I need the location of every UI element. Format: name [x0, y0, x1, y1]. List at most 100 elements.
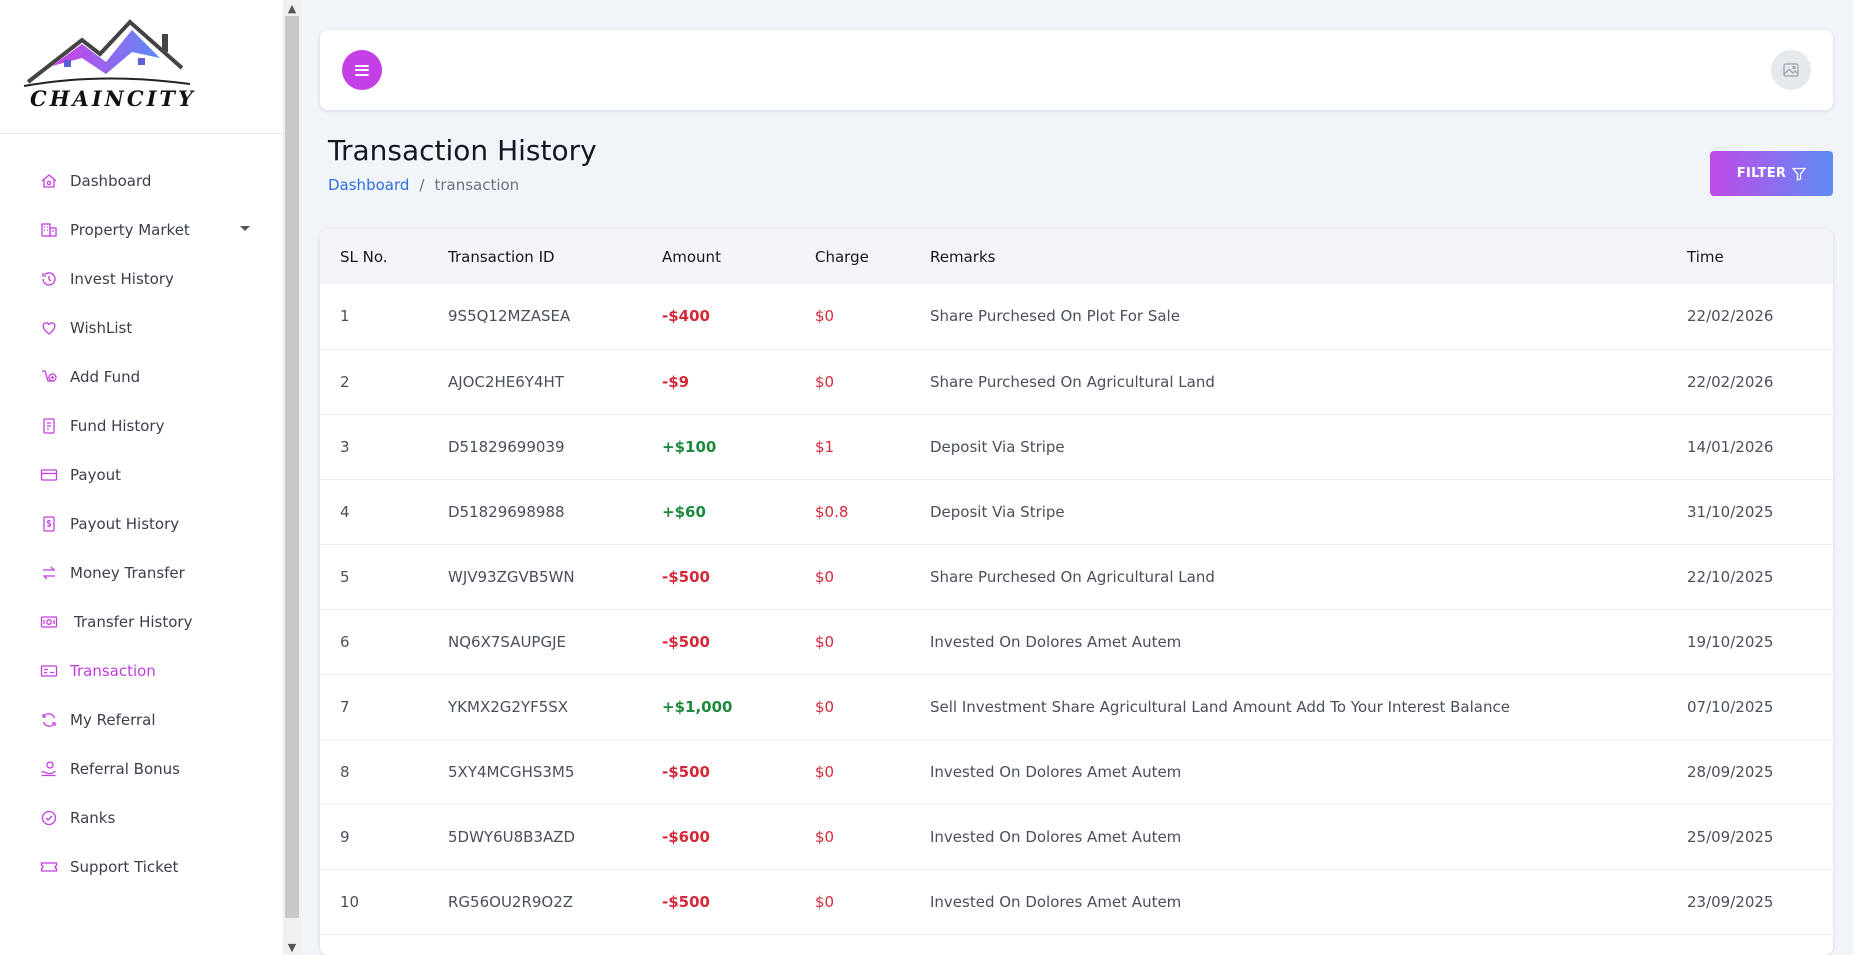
sidebar-item-add-fund[interactable]: Add Fund — [0, 352, 283, 401]
sidebar-item-label: Fund History — [70, 416, 165, 435]
sidebar-item-transfer-history[interactable]: Transfer History — [0, 597, 283, 646]
cell-charge: $0 — [815, 632, 835, 651]
transfer-arrows-icon — [40, 564, 58, 582]
badge-check-icon — [40, 809, 58, 827]
sidebar-item-label: Money Transfer — [70, 563, 185, 582]
sidebar-item-wishlist[interactable]: WishList — [0, 303, 283, 352]
menu-toggle-button[interactable] — [342, 50, 382, 90]
dollar-document-icon — [40, 515, 58, 533]
page-title: Transaction History — [328, 134, 597, 167]
scroll-up-arrow-icon[interactable]: ▲ — [283, 0, 301, 16]
logo-text: CHAINCITY — [30, 86, 197, 111]
column-header-charge: Charge — [815, 247, 869, 266]
user-avatar[interactable] — [1771, 50, 1811, 90]
sidebar-item-payout[interactable]: Payout — [0, 450, 283, 499]
cell-sl-no: 4 — [340, 502, 350, 521]
cell-transaction-id: YKMX2G2YF5SX — [448, 697, 569, 716]
cell-sl-no: 10 — [340, 892, 360, 911]
cell-amount: -$600 — [662, 827, 710, 846]
sidebar-item-label: Add Fund — [70, 367, 141, 386]
cell-time: 22/02/2026 — [1687, 372, 1774, 391]
sidebar-item-label: Invest History — [70, 269, 174, 288]
sidebar-scrollbar[interactable]: ▲ ▼ — [283, 0, 301, 955]
cell-charge: $0 — [815, 827, 835, 846]
sidebar-item-transaction[interactable]: Transaction — [0, 646, 283, 695]
cell-sl-no: 7 — [340, 697, 350, 716]
sidebar-item-label: My Referral — [70, 710, 156, 729]
table-row: 7 YKMX2G2YF5SX +$1,000 $0 Sell Investment Sh… — [320, 674, 1833, 739]
logo[interactable]: CHAINCITY — [0, 0, 283, 134]
receipt-icon — [40, 662, 58, 680]
scroll-down-arrow-icon[interactable]: ▼ — [283, 939, 301, 955]
breadcrumb: Dashboard / transaction — [328, 176, 519, 194]
filter-button[interactable]: FILTER — [1710, 151, 1833, 196]
cell-transaction-id: WJV93ZGVB5WN — [448, 567, 575, 586]
sidebar-item-property-market[interactable]: Property Market — [0, 205, 283, 254]
cell-amount: -$500 — [662, 632, 710, 651]
cell-amount: -$400 — [662, 307, 710, 326]
house-logo-icon — [23, 19, 191, 87]
cell-remarks: Sell Investment Share Agricultural Land … — [930, 697, 1510, 716]
table-row: 8 5XY4MCGHS3M5 -$500 $0 Invested On Dolores … — [320, 739, 1833, 804]
table-row: 4 D51829698988 +$60 $0.8 Deposit Via Stripe 3… — [320, 479, 1833, 544]
filter-funnel-icon — [1792, 167, 1807, 181]
sidebar-item-label: Referral Bonus — [70, 759, 180, 778]
hamburger-icon — [355, 64, 369, 76]
heart-icon — [40, 319, 58, 337]
building-icon — [40, 221, 58, 239]
cell-sl-no: 3 — [340, 437, 350, 456]
cell-remarks: Share Purchesed On Plot For Sale — [930, 307, 1180, 326]
sidebar-item-label: WishList — [70, 318, 133, 337]
sidebar-item-label: Ranks — [70, 808, 116, 827]
cell-sl-no: 8 — [340, 762, 350, 781]
column-header-amount: Amount — [662, 247, 721, 266]
sidebar-item-support-ticket[interactable]: Support Ticket — [0, 842, 283, 891]
filter-button-label: FILTER — [1736, 166, 1787, 181]
cell-charge: $0.8 — [815, 502, 849, 521]
sidebar-item-payout-history[interactable]: Payout History — [0, 499, 283, 548]
cell-charge: $0 — [815, 567, 835, 586]
cell-sl-no: 5 — [340, 567, 350, 586]
cell-remarks: Deposit Via Stripe — [930, 502, 1065, 521]
cell-sl-no: 1 — [340, 307, 350, 326]
transactions-card: SL No. Transaction ID Amount Charge Rema… — [320, 229, 1833, 955]
column-header-remarks: Remarks — [930, 247, 996, 266]
image-placeholder-icon — [1783, 63, 1799, 77]
chevron-down-icon[interactable] — [240, 226, 250, 231]
sidebar-item-referral-bonus[interactable]: Referral Bonus — [0, 744, 283, 793]
table-body: 1 9S5Q12MZASEA -$400 $0 Share Purchesed On P… — [320, 284, 1833, 934]
column-header-transaction-id: Transaction ID — [448, 247, 555, 266]
sidebar-item-label: Payout — [70, 465, 122, 484]
cell-amount: +$1,000 — [662, 697, 733, 716]
scrollbar-thumb[interactable] — [285, 16, 299, 918]
sidebar-item-label: Payout History — [70, 514, 180, 533]
sidebar-item-label: Dashboard — [70, 171, 152, 190]
sidebar-item-ranks[interactable]: Ranks — [0, 793, 283, 842]
sidebar-nav: Dashboard Property Market Invest History… — [0, 156, 283, 891]
cell-remarks: Deposit Via Stripe — [930, 437, 1065, 456]
cash-icon — [40, 613, 58, 631]
cell-transaction-id: D51829698988 — [448, 502, 565, 521]
cell-amount: -$500 — [662, 892, 710, 911]
cell-remarks: Invested On Dolores Amet Autem — [930, 892, 1182, 911]
cell-charge: $0 — [815, 697, 835, 716]
cell-time: 23/09/2025 — [1687, 892, 1774, 911]
sidebar-item-dashboard[interactable]: Dashboard — [0, 156, 283, 205]
breadcrumb-dashboard-link[interactable]: Dashboard — [328, 176, 409, 194]
sidebar-item-label: Transfer History — [74, 612, 193, 631]
sidebar-item-label: Transaction — [70, 661, 156, 680]
cell-amount: -$9 — [662, 372, 690, 391]
sidebar-item-label: Support Ticket — [70, 857, 179, 876]
table-row: 10 RG56OU2R9O2Z -$500 $0 Invested On Dolores… — [320, 869, 1833, 934]
sidebar: CHAINCITY Dashboard Property Market Inve… — [0, 0, 283, 955]
cell-time: 19/10/2025 — [1687, 632, 1774, 651]
sidebar-item-money-transfer[interactable]: Money Transfer — [0, 548, 283, 597]
cell-transaction-id: 5XY4MCGHS3M5 — [448, 762, 575, 781]
cell-amount: +$60 — [662, 502, 706, 521]
sidebar-item-my-referral[interactable]: My Referral — [0, 695, 283, 744]
table-row: 3 D51829699039 +$100 $1 Deposit Via Stripe 14… — [320, 414, 1833, 479]
document-icon — [40, 417, 58, 435]
sidebar-item-invest-history[interactable]: Invest History — [0, 254, 283, 303]
sidebar-item-fund-history[interactable]: Fund History — [0, 401, 283, 450]
cell-charge: $0 — [815, 892, 835, 911]
